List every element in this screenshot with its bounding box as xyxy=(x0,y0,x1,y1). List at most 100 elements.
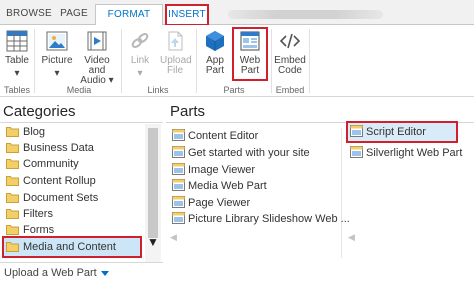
web-part-item-icon xyxy=(172,212,185,225)
link-icon xyxy=(131,33,149,48)
web-part-item-icon xyxy=(172,179,185,192)
table-label: Table xyxy=(5,55,29,66)
group-label-links: Links xyxy=(147,85,169,95)
category-label: Document Sets xyxy=(23,192,99,204)
scrollbar-thumb[interactable] xyxy=(148,128,158,238)
video-audio-label-line1: Video and xyxy=(84,55,110,76)
part-label: Content Editor xyxy=(188,130,259,142)
web-part-item-icon xyxy=(350,125,363,138)
picture-dropdown-icon: ▾ xyxy=(54,68,60,79)
blurred-user-name xyxy=(228,10,383,19)
category-label: Community xyxy=(23,158,79,170)
group-label-media: Media xyxy=(66,85,92,95)
folder-icon xyxy=(6,142,19,153)
web-part-item-icon xyxy=(172,146,185,159)
app-part-label-line2: Part xyxy=(205,65,225,76)
folder-icon xyxy=(6,224,19,235)
parts-previous-icon-column2[interactable]: ◀ xyxy=(348,232,355,243)
part-item-media-web-part[interactable]: Media Web Part xyxy=(172,179,267,194)
tab-insert[interactable]: INSERT xyxy=(165,4,209,26)
group-label-tables: Tables xyxy=(3,85,30,95)
part-label: Media Web Part xyxy=(188,180,267,192)
category-label: Blog xyxy=(23,126,46,138)
tab-browse[interactable]: BROWSE xyxy=(6,4,52,25)
category-item-media-and-content[interactable]: Media and Content xyxy=(6,239,116,255)
part-label: Silverlight Web Part xyxy=(366,147,463,159)
table-dropdown-icon: ▾ xyxy=(14,68,20,79)
category-item-blog[interactable]: Blog xyxy=(6,124,45,140)
app-part-icon xyxy=(206,31,224,51)
ribbon-insert: Table ▾ Tables Picture ▾ Video and Audio… xyxy=(0,25,474,97)
part-item-silverlight[interactable]: Silverlight Web Part xyxy=(350,146,462,161)
categories-heading: Categories xyxy=(3,103,76,120)
part-label: Image Viewer xyxy=(188,164,256,176)
part-label: Page Viewer xyxy=(188,197,251,209)
category-label: Media and Content xyxy=(23,241,116,253)
web-part-item-icon xyxy=(172,129,185,142)
folder-icon xyxy=(6,192,19,203)
app-part-button[interactable]: App Part xyxy=(200,29,230,76)
part-item-page-viewer[interactable]: Page Viewer xyxy=(172,196,250,211)
category-label: Content Rollup xyxy=(23,175,96,187)
category-item-business-data[interactable]: Business Data xyxy=(6,140,94,156)
group-separator xyxy=(196,29,197,93)
part-item-image-viewer[interactable]: Image Viewer xyxy=(172,163,255,178)
upload-web-part-bar: Upload a Web Part xyxy=(0,262,163,287)
category-item-content-rollup[interactable]: Content Rollup xyxy=(6,173,96,189)
web-part-icon xyxy=(240,31,260,51)
picture-button[interactable]: Picture ▾ xyxy=(40,29,74,79)
web-part-button[interactable]: Web Part xyxy=(234,29,266,76)
part-item-content-editor[interactable]: Content Editor xyxy=(172,129,258,144)
scroll-down-icon[interactable]: ▼ xyxy=(146,234,160,250)
part-label: Get started with your site xyxy=(188,147,310,159)
embed-code-icon xyxy=(279,33,301,49)
category-item-document-sets[interactable]: Document Sets xyxy=(6,190,98,206)
video-audio-icon xyxy=(87,31,107,51)
part-item-get-started[interactable]: Get started with your site xyxy=(172,146,310,161)
tab-format-text[interactable]: FORMAT TEXT xyxy=(95,4,163,40)
table-button[interactable]: Table ▾ xyxy=(3,29,31,79)
picture-label: Picture xyxy=(41,55,73,66)
group-separator xyxy=(271,29,272,93)
tab-page[interactable]: PAGE xyxy=(58,4,90,25)
upload-file-label-line2: File xyxy=(166,65,184,76)
upload-file-icon xyxy=(168,31,183,51)
group-separator xyxy=(309,29,310,93)
part-label: Script Editor xyxy=(366,126,426,138)
embed-code-label-line2: Code xyxy=(278,65,302,76)
group-label-parts: Parts xyxy=(223,85,245,95)
category-label: Business Data xyxy=(23,142,94,154)
category-item-filters[interactable]: Filters xyxy=(6,206,53,222)
web-part-item-icon xyxy=(350,146,363,159)
video-audio-button[interactable]: Video and Audio ▾ xyxy=(76,29,118,86)
parts-heading: Parts xyxy=(170,103,206,120)
folder-icon xyxy=(6,208,19,219)
web-part-item-icon xyxy=(172,196,185,209)
upload-file-button[interactable]: Upload File xyxy=(160,29,192,76)
upload-web-part-label: Upload a Web Part xyxy=(4,267,97,279)
parts-column-separator xyxy=(341,128,342,258)
category-label: Forms xyxy=(23,224,55,236)
table-icon xyxy=(6,30,28,52)
embed-code-button[interactable]: Embed Code xyxy=(274,29,306,76)
ribbon-tab-bar: BROWSE PAGE FORMAT TEXT INSERT xyxy=(0,0,474,40)
link-dropdown-icon: ▾ xyxy=(137,68,143,79)
folder-icon xyxy=(6,175,19,186)
group-separator xyxy=(34,29,35,93)
parts-previous-icon[interactable]: ◀ xyxy=(170,232,177,243)
web-part-label-line2: Part xyxy=(240,65,260,76)
category-label: Filters xyxy=(23,208,53,220)
chevron-down-icon xyxy=(100,270,109,276)
folder-icon xyxy=(6,126,19,137)
upload-web-part-link[interactable]: Upload a Web Part xyxy=(4,267,109,279)
category-item-forms[interactable]: Forms xyxy=(6,222,54,238)
folder-icon xyxy=(6,158,19,169)
group-label-embed: Embed xyxy=(275,85,305,95)
category-item-community[interactable]: Community xyxy=(6,156,79,172)
link-button[interactable]: Link ▾ xyxy=(126,29,154,79)
part-item-picture-library-slideshow[interactable]: Picture Library Slideshow Web ... xyxy=(172,212,350,227)
part-item-script-editor[interactable]: Script Editor xyxy=(350,125,426,140)
web-part-item-icon xyxy=(172,163,185,176)
picture-icon xyxy=(46,31,68,51)
group-separator xyxy=(121,29,122,93)
